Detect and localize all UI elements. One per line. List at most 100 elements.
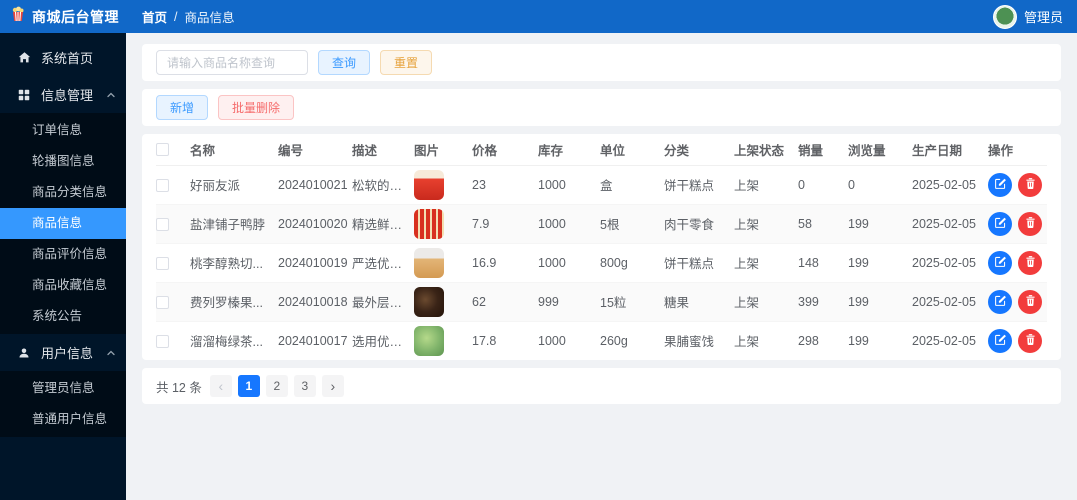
cell-sales: 148 bbox=[798, 243, 848, 283]
search-button[interactable]: 查询 bbox=[318, 50, 371, 75]
chevron-right-icon: › bbox=[330, 378, 336, 394]
search-bar: 查询 重置 bbox=[142, 44, 1061, 81]
delete-button[interactable] bbox=[1018, 250, 1042, 275]
sidebar-submenu: 管理员信息 普通用户信息 bbox=[0, 371, 126, 437]
sidebar-subitem[interactable]: 订单信息 bbox=[0, 115, 126, 146]
cell-name: 好丽友派 bbox=[190, 165, 278, 205]
cell-unit: 800g bbox=[600, 243, 664, 283]
search-input[interactable] bbox=[156, 50, 308, 75]
trash-icon bbox=[1024, 216, 1037, 232]
add-button[interactable]: 新增 bbox=[156, 95, 209, 120]
sidebar-subitem[interactable]: 系统公告 bbox=[0, 301, 126, 332]
sidebar-subitem[interactable]: 商品分类信息 bbox=[0, 177, 126, 208]
cell-desc: 最外层是香... bbox=[352, 282, 414, 322]
sidebar-item-label: 信息管理 bbox=[41, 88, 94, 103]
sidebar-menu: 系统首页信息管理订单信息 轮播图信息 商品分类信息 商品信息 商品评价信息 商品收藏信息系… bbox=[0, 33, 126, 437]
cell-unit: 15粒 bbox=[600, 282, 664, 322]
cell-code: 2024010017 bbox=[278, 333, 348, 348]
table-row: 好丽友派2024010021松软的蛋糕...231000盒饼干糕点上架00202… bbox=[156, 165, 1047, 205]
select-all-checkbox[interactable] bbox=[156, 143, 169, 157]
edit-icon bbox=[994, 177, 1007, 193]
sidebar-item[interactable]: 用户信息 bbox=[0, 334, 126, 371]
pagination-next[interactable]: › bbox=[321, 375, 344, 397]
cell-stock: 999 bbox=[538, 282, 600, 322]
edit-button[interactable] bbox=[988, 211, 1012, 236]
row-checkbox[interactable] bbox=[156, 217, 169, 231]
sidebar-subitem[interactable]: 管理员信息 bbox=[0, 373, 126, 404]
pagination-page[interactable]: 3 bbox=[293, 375, 316, 397]
sidebar-item[interactable]: 系统首页 bbox=[0, 39, 126, 76]
breadcrumb-separator: / bbox=[174, 9, 178, 24]
cell-views: 199 bbox=[848, 333, 869, 348]
sidebar: 系统首页信息管理订单信息 轮播图信息 商品分类信息 商品信息 商品评价信息 商品收藏信息系… bbox=[0, 33, 126, 500]
cell-unit: 盒 bbox=[600, 165, 664, 205]
row-checkbox[interactable] bbox=[156, 334, 169, 348]
reset-button[interactable]: 重置 bbox=[380, 50, 433, 75]
row-checkbox[interactable] bbox=[156, 178, 169, 192]
edit-button[interactable] bbox=[988, 328, 1012, 353]
cell-category: 肉干零食 bbox=[664, 204, 734, 244]
cell-category: 饼干糕点 bbox=[664, 243, 734, 283]
user-menu[interactable]: 管理员 bbox=[992, 4, 1077, 29]
cell-sales: 298 bbox=[798, 333, 819, 348]
cell-status: 上架 bbox=[734, 335, 760, 350]
cell-price: 7.9 bbox=[472, 204, 538, 244]
sidebar-subitem[interactable]: 商品评价信息 bbox=[0, 239, 126, 270]
pagination-page[interactable]: 2 bbox=[265, 375, 288, 397]
sidebar-subitem[interactable]: 轮播图信息 bbox=[0, 146, 126, 177]
breadcrumb-home[interactable]: 首页 bbox=[142, 7, 167, 26]
trash-icon bbox=[1024, 255, 1037, 271]
chevron-left-icon: ‹ bbox=[218, 378, 224, 394]
column-header: 上架状态 bbox=[734, 134, 798, 166]
cell-unit: 5根 bbox=[600, 204, 664, 244]
chevron-up-icon bbox=[106, 90, 116, 100]
cell-views: 0 bbox=[848, 165, 912, 205]
delete-button[interactable] bbox=[1018, 211, 1042, 236]
table-row: 盐津铺子鸭脖2024010020精选鲜嫩鸭... 7.910005根肉干零食上架5… bbox=[156, 204, 1047, 244]
sidebar-subitem[interactable]: 普通用户信息 bbox=[0, 404, 126, 435]
cell-views: 199 bbox=[848, 243, 912, 283]
edit-button[interactable] bbox=[988, 250, 1012, 275]
cell-date: 2025-02-05 bbox=[912, 204, 988, 244]
cell-price: 62 bbox=[472, 282, 538, 322]
column-header: 生产日期 bbox=[912, 134, 988, 166]
cell-stock: 1000 bbox=[538, 165, 600, 205]
action-bar: 新增 批量删除 bbox=[142, 89, 1061, 126]
user-name: 管理员 bbox=[1023, 10, 1063, 25]
sidebar-subitem[interactable]: 商品收藏信息 bbox=[0, 270, 126, 301]
top-header: 商城后台管理 首页 / 商品信息 管理员 bbox=[0, 0, 1077, 33]
cell-price: 23 bbox=[472, 165, 538, 205]
cell-price: 17.8 bbox=[472, 333, 497, 348]
pagination-total: 共 12 条 bbox=[156, 380, 202, 395]
cell-stock: 1000 bbox=[538, 243, 600, 283]
sidebar-item[interactable]: 信息管理 bbox=[0, 76, 126, 113]
table-row: 费列罗榛果...2024010018最外层是香... 6299915粒糖果上架39… bbox=[156, 282, 1047, 322]
edit-icon bbox=[994, 216, 1007, 232]
delete-button[interactable] bbox=[1018, 172, 1042, 197]
cell-date: 2025-02-05 bbox=[912, 243, 988, 283]
edit-button[interactable] bbox=[988, 289, 1012, 314]
cell-stock: 1000 bbox=[538, 333, 566, 348]
breadcrumb-current: 商品信息 bbox=[184, 11, 235, 25]
pagination-prev[interactable]: ‹ bbox=[209, 375, 232, 397]
row-checkbox[interactable] bbox=[156, 256, 169, 270]
cell-date: 2025-02-05 bbox=[912, 333, 976, 348]
cell-sales: 0 bbox=[798, 165, 848, 205]
row-checkbox[interactable] bbox=[156, 295, 169, 309]
cell-stock: 1000 bbox=[538, 204, 600, 244]
delete-button[interactable] bbox=[1018, 289, 1042, 314]
batch-delete-button[interactable]: 批量删除 bbox=[218, 95, 295, 120]
red-pie-box-photo bbox=[414, 169, 444, 200]
cell-views: 199 bbox=[848, 204, 912, 244]
cell-code: 2024010021 bbox=[278, 165, 352, 205]
cell-category: 果脯蜜饯 bbox=[664, 335, 715, 350]
sidebar-subitem[interactable]: 商品信息 bbox=[0, 208, 126, 239]
delete-button[interactable] bbox=[1018, 328, 1042, 353]
cell-desc: 严选优质小... bbox=[352, 243, 414, 283]
edit-icon bbox=[994, 333, 1007, 349]
cell-desc: 选用优质青... bbox=[352, 335, 414, 350]
trash-icon bbox=[1024, 294, 1037, 310]
column-header: 操作 bbox=[988, 134, 1047, 166]
edit-button[interactable] bbox=[988, 172, 1012, 197]
pagination-page[interactable]: 1 bbox=[237, 375, 260, 397]
